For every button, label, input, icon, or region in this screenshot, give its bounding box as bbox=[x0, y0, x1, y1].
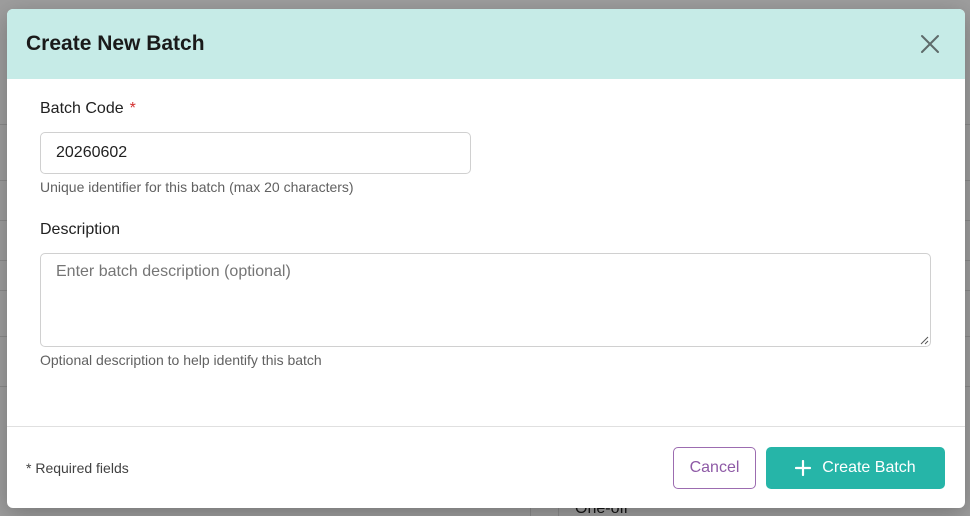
dialog-footer: * Required fields Cancel Create Batch bbox=[7, 426, 965, 508]
dialog-body: Batch Code * Unique identifier for this … bbox=[7, 79, 965, 426]
cancel-button[interactable]: Cancel bbox=[673, 446, 756, 489]
close-button[interactable] bbox=[917, 31, 943, 57]
description-field bbox=[40, 253, 931, 347]
description-helper: Optional description to help identify th… bbox=[40, 352, 322, 368]
required-marker: * bbox=[129, 100, 136, 117]
close-icon bbox=[921, 35, 939, 53]
create-batch-button[interactable]: Create Batch bbox=[766, 446, 945, 489]
batch-code-input[interactable] bbox=[40, 132, 471, 174]
footer-actions: Cancel Create Batch bbox=[673, 446, 945, 489]
dialog-header: Create New Batch bbox=[7, 9, 965, 79]
batch-code-label: Batch Code * bbox=[40, 100, 931, 118]
plus-icon bbox=[795, 459, 812, 476]
description-label-text: Description bbox=[40, 221, 121, 238]
dialog-title: Create New Batch bbox=[26, 32, 205, 55]
description-textarea[interactable] bbox=[40, 253, 931, 347]
batch-code-label-text: Batch Code bbox=[40, 100, 124, 117]
description-label: Description bbox=[40, 221, 931, 239]
batch-code-helper: Unique identifier for this batch (max 20… bbox=[40, 179, 354, 195]
required-fields-note: * Required fields bbox=[26, 459, 129, 476]
create-batch-label: Create Batch bbox=[822, 458, 916, 476]
resize-handle-icon[interactable] bbox=[919, 335, 929, 345]
create-batch-dialog: Create New Batch Batch Code * Unique ide… bbox=[7, 9, 965, 508]
